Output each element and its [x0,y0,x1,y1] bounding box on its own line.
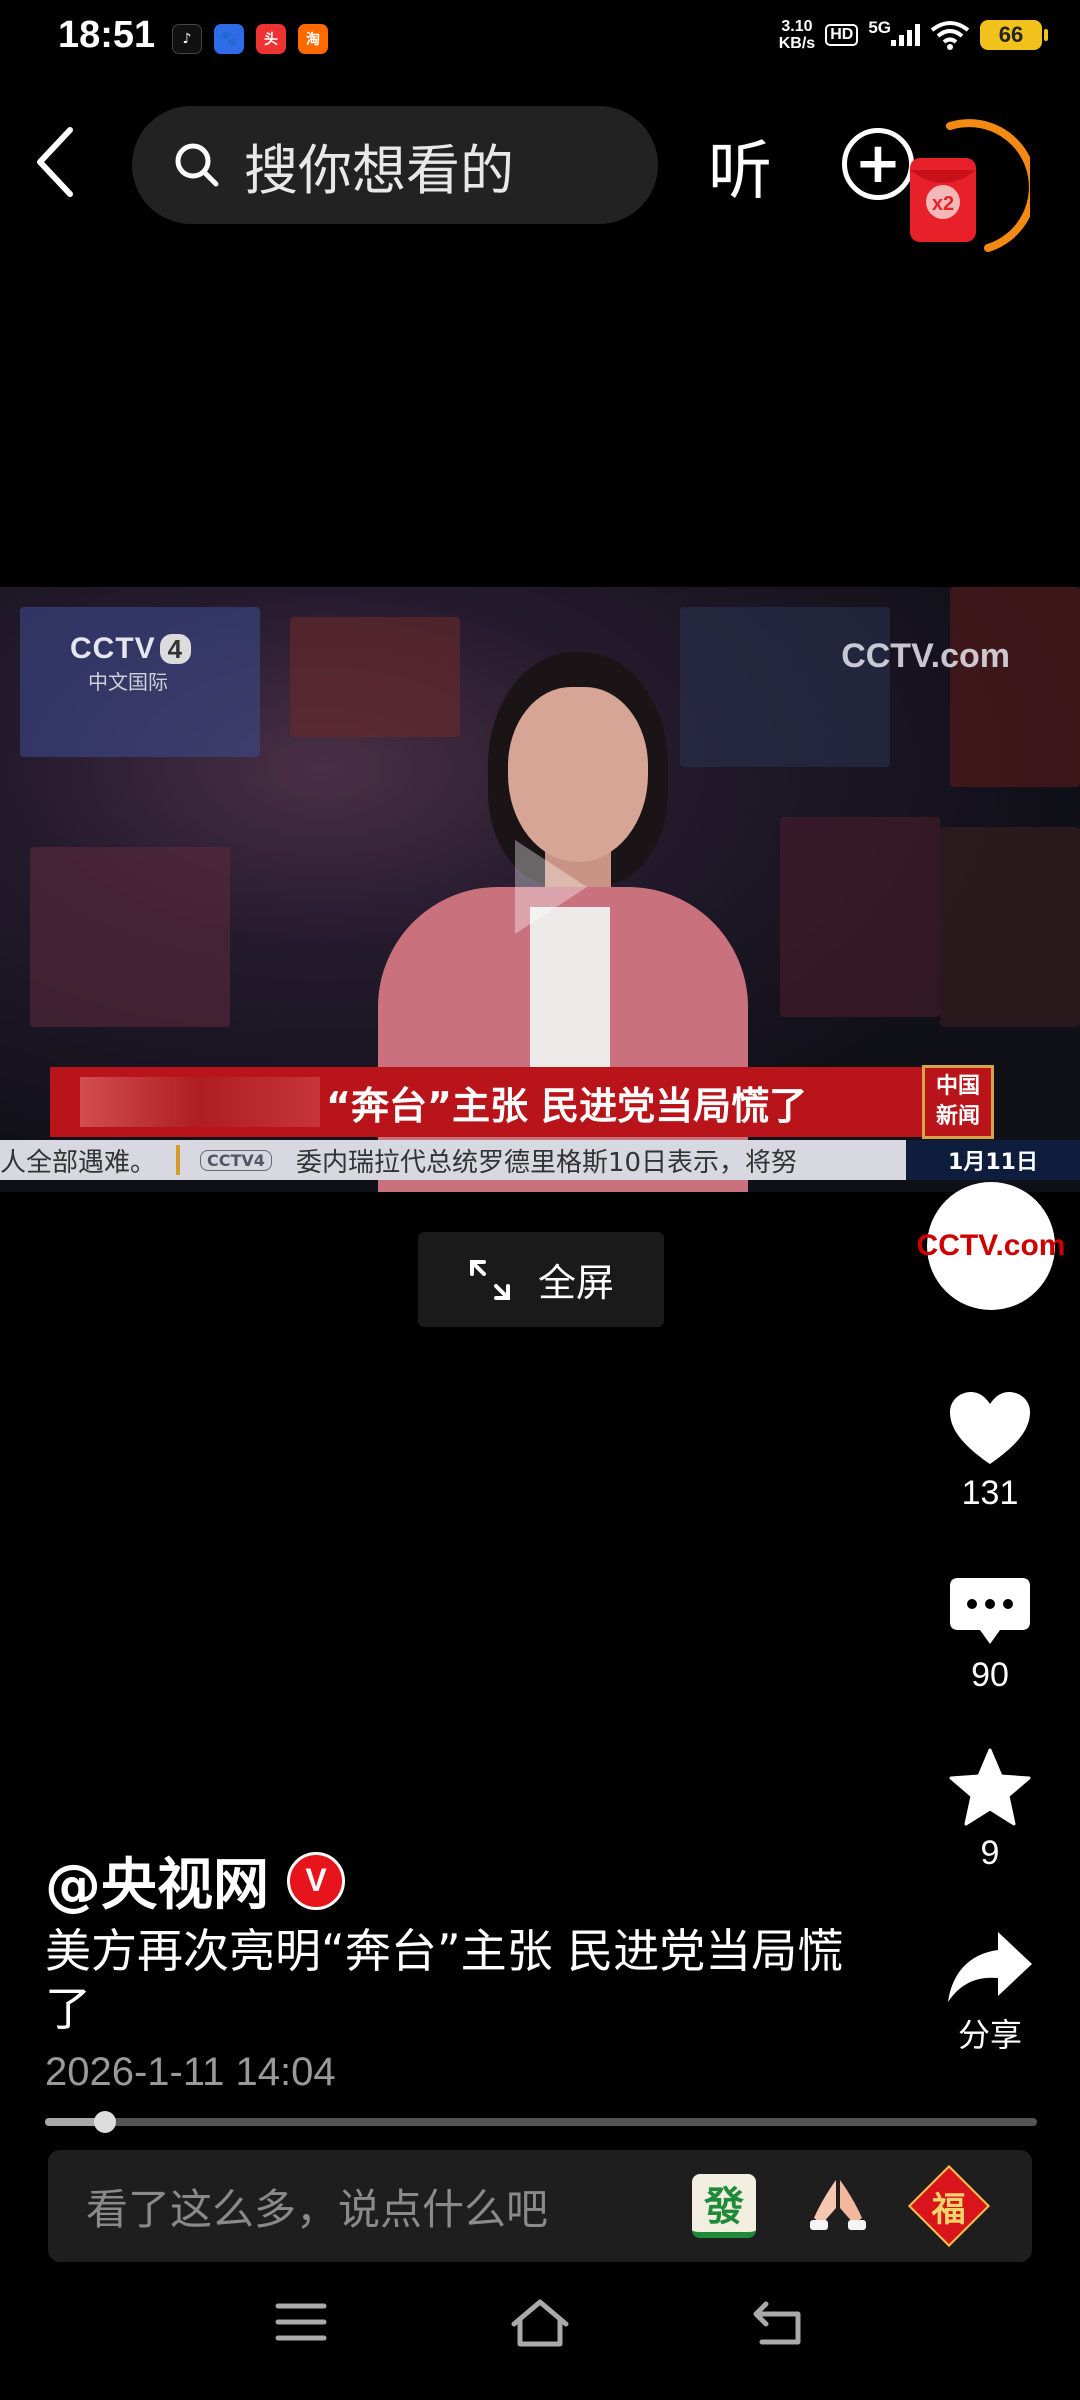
back-nav-icon[interactable] [752,2298,808,2348]
red-packet-label: x2 [932,193,954,215]
wifi-icon [930,21,970,50]
like-button[interactable]: 131 [930,1390,1050,1513]
search-icon [175,143,219,187]
cctv4-logo-subtitle: 中文国际 [88,672,168,694]
back-arrow-icon[interactable] [28,122,88,202]
cellular-signal-icon: 5G [868,18,920,46]
hd-icon: HD [825,24,859,46]
star-icon [949,1748,1031,1826]
comment-button[interactable]: 90 [930,1576,1050,1695]
search-input[interactable]: 搜你想看的 [132,106,658,224]
fu-sticker-icon[interactable]: 福 [907,2164,991,2248]
douyin-icon: ♪ [172,24,202,54]
ticker-left-text: 人全部遇难。 [0,1147,157,1178]
status-app-icons: ♪ 🐾 头 淘 [172,24,328,54]
cctv-com-watermark: CCTV.com [841,637,1010,675]
fullscreen-button[interactable]: 全屏 [418,1232,664,1327]
like-count: 131 [961,1474,1019,1512]
fullscreen-label: 全屏 [537,1261,614,1305]
listen-button[interactable]: 听 [708,120,772,212]
news-headline: “奔台”主张 民进党当局慌了 [326,1083,808,1128]
menu-nav-icon[interactable] [274,2298,328,2346]
toutiao-icon: 头 [256,24,286,54]
status-time: 18:51 [58,14,156,56]
news-badge-line2: 新闻 [935,1104,980,1129]
headline-blur [80,1077,320,1127]
battery-icon: 66 [980,20,1048,50]
share-button[interactable]: 分享 [930,1928,1050,2056]
favorite-button[interactable]: 9 [930,1748,1050,1873]
play-icon[interactable] [505,832,595,942]
baidu-icon: 🐾 [214,24,244,54]
video-player[interactable]: CCTV 4 中文国际 CCTV.com “奔台”主张 民进党当局慌了 中国 新闻… [0,587,1080,1192]
taobao-icon: 淘 [298,24,328,54]
network-type: 5G [868,18,891,37]
favorite-count: 9 [980,1834,1000,1872]
cctv4-logo-number: 4 [159,634,192,664]
comment-bubble-icon [950,1578,1030,1644]
fu-text: 福 [932,2189,966,2230]
comment-count: 90 [971,1656,1009,1694]
broadcast-date: 1月11日 [906,1140,1080,1180]
search-placeholder: 搜你想看的 [244,138,514,202]
comment-placeholder: 看了这么多，说点什么吧 [86,2184,549,2234]
comment-input[interactable]: 看了这么多，说点什么吧 發 福 [48,2150,1032,2262]
post-description: 美方再次亮明“奔台”主张 民进党当局慌了 [45,1924,844,2036]
post-timestamp: 2026-1-11 14:04 [45,2050,336,2094]
progress-knob[interactable] [93,2111,116,2133]
share-arrow-icon [948,1932,1032,2002]
author-avatar[interactable]: CCTV.com [917,1182,1065,1310]
ticker-logo: CCTV4 [200,1149,272,1171]
status-indicators: 3.10 KB/s HD 5G 66 [779,18,1048,52]
expand-icon [469,1259,510,1300]
news-headline-bar: “奔台”主张 民进党当局慌了 [50,1067,930,1137]
praying-hands-emoji-icon[interactable] [806,2174,870,2238]
cctv4-logo-text: CCTV [70,632,156,665]
author-name[interactable]: @央视网 [45,1840,269,1921]
china-news-badge: 中国 新闻 [922,1065,994,1139]
author-name-row[interactable]: @央视网 V [45,1840,345,1921]
home-nav-icon[interactable] [510,2298,570,2348]
cctv4-logo: CCTV 4 中文国际 [70,632,192,695]
video-progress-bar[interactable] [45,2111,1037,2133]
speed-value: 3.10 [781,18,813,35]
heart-icon [950,1392,1030,1464]
news-badge-line1: 中国 [935,1074,980,1099]
share-label: 分享 [957,2017,1022,2053]
red-packet-reward-icon[interactable]: x2 [880,118,1030,268]
mahjong-fa-sticker-icon[interactable]: 發 [692,2174,756,2238]
network-speed: 3.10 KB/s [779,18,815,52]
ticker-right-text: 委内瑞拉代总统罗德里格斯10日表示，将努 [295,1147,798,1178]
speed-unit: KB/s [778,35,816,52]
verified-badge-icon: V [287,1851,345,1910]
avatar-text: CCTV.com [916,1229,1066,1262]
